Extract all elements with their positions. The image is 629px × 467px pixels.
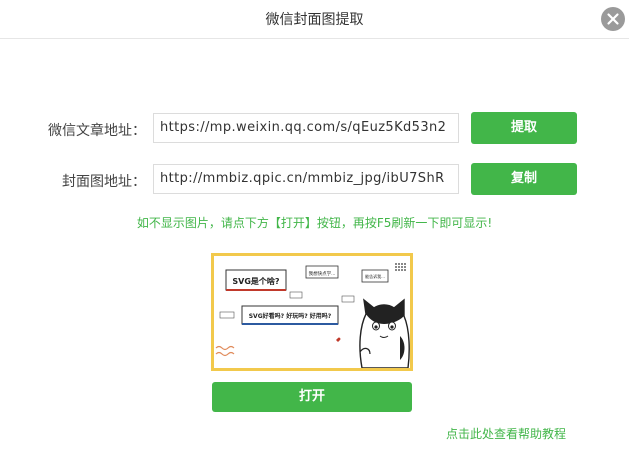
cover-url-label: 封面图地址： xyxy=(62,174,146,190)
close-button[interactable] xyxy=(601,7,625,31)
bubble-4-text: 能告诉我... xyxy=(365,273,385,279)
bubble-1-text: SVG是个啥? xyxy=(232,276,280,286)
extract-button[interactable]: 提取 xyxy=(471,112,577,144)
dialog-title: 微信封面图提取 xyxy=(265,12,364,28)
cover-illustration: SVG是个啥? 我想快点学... 能告诉我... SVG好看吗? 好玩吗? 好用… xyxy=(214,256,410,368)
copy-button[interactable]: 复制 xyxy=(471,163,577,195)
bubble-2-text: 我想快点学... xyxy=(309,270,336,277)
article-url-label: 微信文章地址： xyxy=(48,123,146,139)
help-link[interactable]: 点击此处查看帮助教程 xyxy=(446,425,566,442)
article-url-input[interactable]: https://mp.weixin.qq.com/s/qEuz5Kd53n2 xyxy=(153,113,459,143)
cover-url-input[interactable]: http://mmbiz.qpic.cn/mmbiz_jpg/ibU7ShR xyxy=(153,164,459,194)
bubble-3-text: SVG好看吗? 好玩吗? 好用吗? xyxy=(249,312,332,320)
cover-extract-dialog: 微信封面图提取 微信文章地址： https://mp.weixin.qq.com… xyxy=(0,0,629,467)
close-icon xyxy=(607,13,619,25)
dialog-header: 微信封面图提取 xyxy=(0,0,629,39)
article-url-value: https://mp.weixin.qq.com/s/qEuz5Kd53n2 xyxy=(160,120,447,135)
cover-url-value: http://mmbiz.qpic.cn/mmbiz_jpg/ibU7ShR xyxy=(160,171,445,186)
open-button[interactable]: 打开 xyxy=(212,382,412,412)
refresh-hint: 如不显示图片，请点下方【打开】按钮，再按F5刷新一下即可显示! xyxy=(136,216,493,230)
cover-preview-image: SVG是个啥? 我想快点学... 能告诉我... SVG好看吗? 好玩吗? 好用… xyxy=(211,253,413,371)
